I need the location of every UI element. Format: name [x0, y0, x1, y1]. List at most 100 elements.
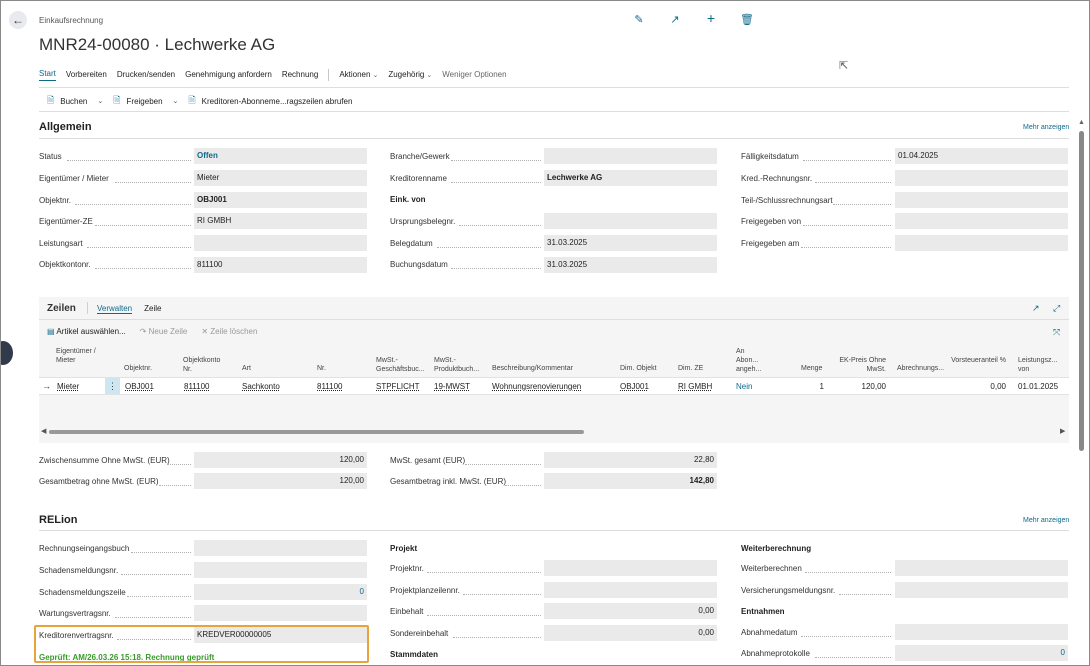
faelligkeitsdatum-field[interactable]: 01.04.2025 — [895, 148, 1068, 164]
col-header-abon[interactable]: An Abon... angeh... — [736, 347, 768, 374]
freigegeben-von-field[interactable] — [895, 213, 1068, 229]
col-header-nr[interactable]: Nr. — [317, 364, 326, 373]
col-header-menge[interactable]: Menge — [801, 364, 822, 373]
cell-objektkonto[interactable]: 811100 — [184, 382, 210, 391]
tab-start[interactable]: Start — [39, 69, 56, 81]
col-header-abrechnung[interactable]: Abrechnungs... — [897, 364, 944, 373]
cell-beschreibung[interactable]: Wohnungsrenovierungen — [492, 382, 581, 391]
cell-art[interactable]: Sachkonto — [242, 382, 280, 391]
col-header-dim-objekt[interactable]: Dim. Objekt — [620, 364, 657, 373]
branche-gewerk-field[interactable] — [544, 148, 717, 164]
kred-rechnungsnr-field[interactable] — [895, 170, 1068, 186]
cell-mwst-gesch[interactable]: STPFLICHT — [376, 382, 420, 391]
schadensmeldungsnr-field[interactable] — [194, 562, 367, 578]
cell-abon[interactable]: Nein — [736, 382, 752, 391]
scroll-up-icon[interactable]: ▲ — [1078, 119, 1085, 126]
col-header-vorsteuer[interactable]: Vorsteueranteil % — [951, 356, 1006, 365]
tab-genehmigung[interactable]: Genehmigung anfordern — [185, 70, 272, 81]
cell-dim-ze[interactable]: RI GMBH — [678, 382, 712, 391]
tab-rechnung[interactable]: Rechnung — [282, 70, 318, 81]
mehr-anzeigen-link[interactable]: Mehr anzeigen — [1023, 124, 1069, 131]
kreditorenname-field[interactable]: Lechwerke AG — [544, 170, 717, 186]
chevron-down-icon[interactable]: ⌄ — [173, 97, 179, 105]
scroll-right-icon[interactable]: ▶ — [1060, 427, 1065, 435]
divider — [39, 138, 1069, 139]
menu-zugehoerig[interactable]: Zugehörig ⌄ — [388, 70, 432, 81]
tab-vorbereiten[interactable]: Vorbereiten — [66, 70, 107, 81]
share-icon[interactable]: ↗ — [1032, 303, 1040, 314]
projektnr-field[interactable] — [544, 560, 717, 576]
teil-schlussrechnungsart-field[interactable] — [895, 192, 1068, 208]
pin-icon[interactable]: ⤧ — [1053, 327, 1060, 338]
cell-mwst-prod[interactable]: 19-MWST — [434, 382, 470, 391]
projektplanzeilennr-field[interactable] — [544, 582, 717, 598]
col-header-dim-ze[interactable]: Dim. ZE — [678, 364, 703, 373]
col-header-objektkonto[interactable]: Objektkonto Nr. — [183, 356, 227, 374]
post-icon: 🗎 — [47, 95, 55, 105]
expand-icon[interactable]: ⤢ — [1053, 303, 1060, 314]
abnahmedatum-field[interactable] — [895, 624, 1068, 640]
share-icon[interactable]: ↗ — [667, 13, 683, 26]
eigentuemer-mieter-field[interactable]: Mieter — [194, 170, 367, 186]
cell-nr[interactable]: 811100 — [317, 382, 343, 391]
cell-ek-preis[interactable]: 120,00 — [836, 382, 886, 391]
rechnungseingangsbuch-field[interactable] — [194, 540, 367, 556]
leistungsart-field[interactable] — [194, 235, 367, 251]
add-icon[interactable]: + — [703, 11, 719, 26]
col-header-beschreibung[interactable]: Beschreibung/Kommentar — [492, 364, 573, 373]
cell-vorsteuer[interactable]: 0,00 — [956, 382, 1006, 391]
einbehalt-label: Einbehalt — [390, 607, 424, 616]
kred-rechnungsnr-label: Kred.-Rechnungsnr. — [741, 174, 813, 183]
col-header-art[interactable]: Art — [242, 364, 251, 373]
weiterberechnen-field[interactable] — [895, 560, 1068, 576]
leader-dots — [95, 225, 191, 226]
freigeben-button[interactable]: Freigeben — [127, 97, 163, 106]
objektnr-field[interactable]: OBJ001 — [194, 192, 367, 208]
tab-verwalten[interactable]: Verwalten — [97, 304, 133, 314]
einbehalt-field[interactable]: 0,00 — [544, 603, 717, 619]
vertical-scrollbar[interactable] — [1079, 131, 1084, 451]
side-panel-handle[interactable] — [1, 341, 13, 365]
horizontal-scrollbar[interactable] — [49, 430, 584, 434]
cell-menge[interactable]: 1 — [801, 382, 824, 391]
col-header-mwst-prod[interactable]: MwSt.-Produktbuch... — [434, 356, 486, 374]
row-menu-icon[interactable]: ⋮ — [105, 378, 120, 394]
artikel-auswaehlen-button[interactable]: ▤ Artikel auswählen... — [47, 327, 126, 336]
zeile-loeschen-button[interactable]: ✕ Zeile löschen — [201, 327, 257, 336]
tab-drucken-senden[interactable]: Drucken/senden — [117, 70, 175, 81]
col-header-leistungszeitraum[interactable]: Leistungsz... von — [1018, 356, 1058, 374]
leader-dots — [451, 268, 541, 269]
delete-icon[interactable]: 🗑 — [739, 13, 755, 26]
tab-zeile[interactable]: Zeile — [144, 304, 161, 314]
neue-zeile-button[interactable]: ↷ Neue Zeile — [140, 327, 188, 336]
chevron-down-icon[interactable]: ⌄ — [97, 97, 103, 105]
col-header-ek-preis[interactable]: EK-Preis Ohne MwSt. — [836, 356, 886, 374]
belegdatum-field[interactable]: 31.03.2025 — [544, 235, 717, 251]
cell-eigentuemer[interactable]: Mieter — [57, 382, 79, 391]
col-header-eigentuemer[interactable]: Eigentümer / Mieter — [56, 347, 96, 365]
weniger-optionen-button[interactable]: Weniger Optionen — [442, 70, 506, 81]
eigentuemer-ze-field[interactable]: RI GMBH — [194, 213, 367, 229]
cell-leistungszeitraum[interactable]: 01.01.2025 — [1018, 382, 1058, 391]
kreditoren-abonnement-button[interactable]: Kreditoren-Abonneme...ragszeilen abrufen — [202, 97, 353, 106]
schadensmeldungszeile-field[interactable]: 0 — [194, 584, 367, 600]
lines-actions: ▤ Artikel auswählen... ↷ Neue Zeile ✕ Ze… — [47, 327, 257, 336]
scroll-left-icon[interactable]: ◀ — [41, 427, 46, 435]
col-header-objektnr[interactable]: Objektnr. — [124, 364, 152, 373]
edit-icon[interactable]: ✎ — [631, 13, 647, 26]
versicherungsmeldungsnr-field[interactable] — [895, 582, 1068, 598]
ursprungsbelegnr-field[interactable] — [544, 213, 717, 229]
objektkontonr-field[interactable]: 811100 — [194, 257, 367, 273]
buchen-button[interactable]: Buchen — [60, 97, 87, 106]
abnahmeprotokolle-field[interactable]: 0 — [895, 645, 1068, 661]
menu-aktionen[interactable]: Aktionen ⌄ — [339, 70, 378, 81]
freigegeben-am-field[interactable] — [895, 235, 1068, 251]
wartungsvertragsnr-field[interactable] — [194, 605, 367, 621]
buchungsdatum-field[interactable]: 31.03.2025 — [544, 257, 717, 273]
cell-dim-objekt[interactable]: OBJ001 — [620, 382, 649, 391]
cell-objektnr[interactable]: OBJ001 — [125, 382, 154, 391]
mehr-anzeigen-link[interactable]: Mehr anzeigen — [1023, 517, 1069, 524]
sondereinbehalt-field[interactable]: 0,00 — [544, 625, 717, 641]
back-arrow-icon[interactable]: ← — [9, 11, 27, 29]
col-header-mwst-gesch[interactable]: MwSt.-Geschäftsbuc... — [376, 356, 428, 374]
